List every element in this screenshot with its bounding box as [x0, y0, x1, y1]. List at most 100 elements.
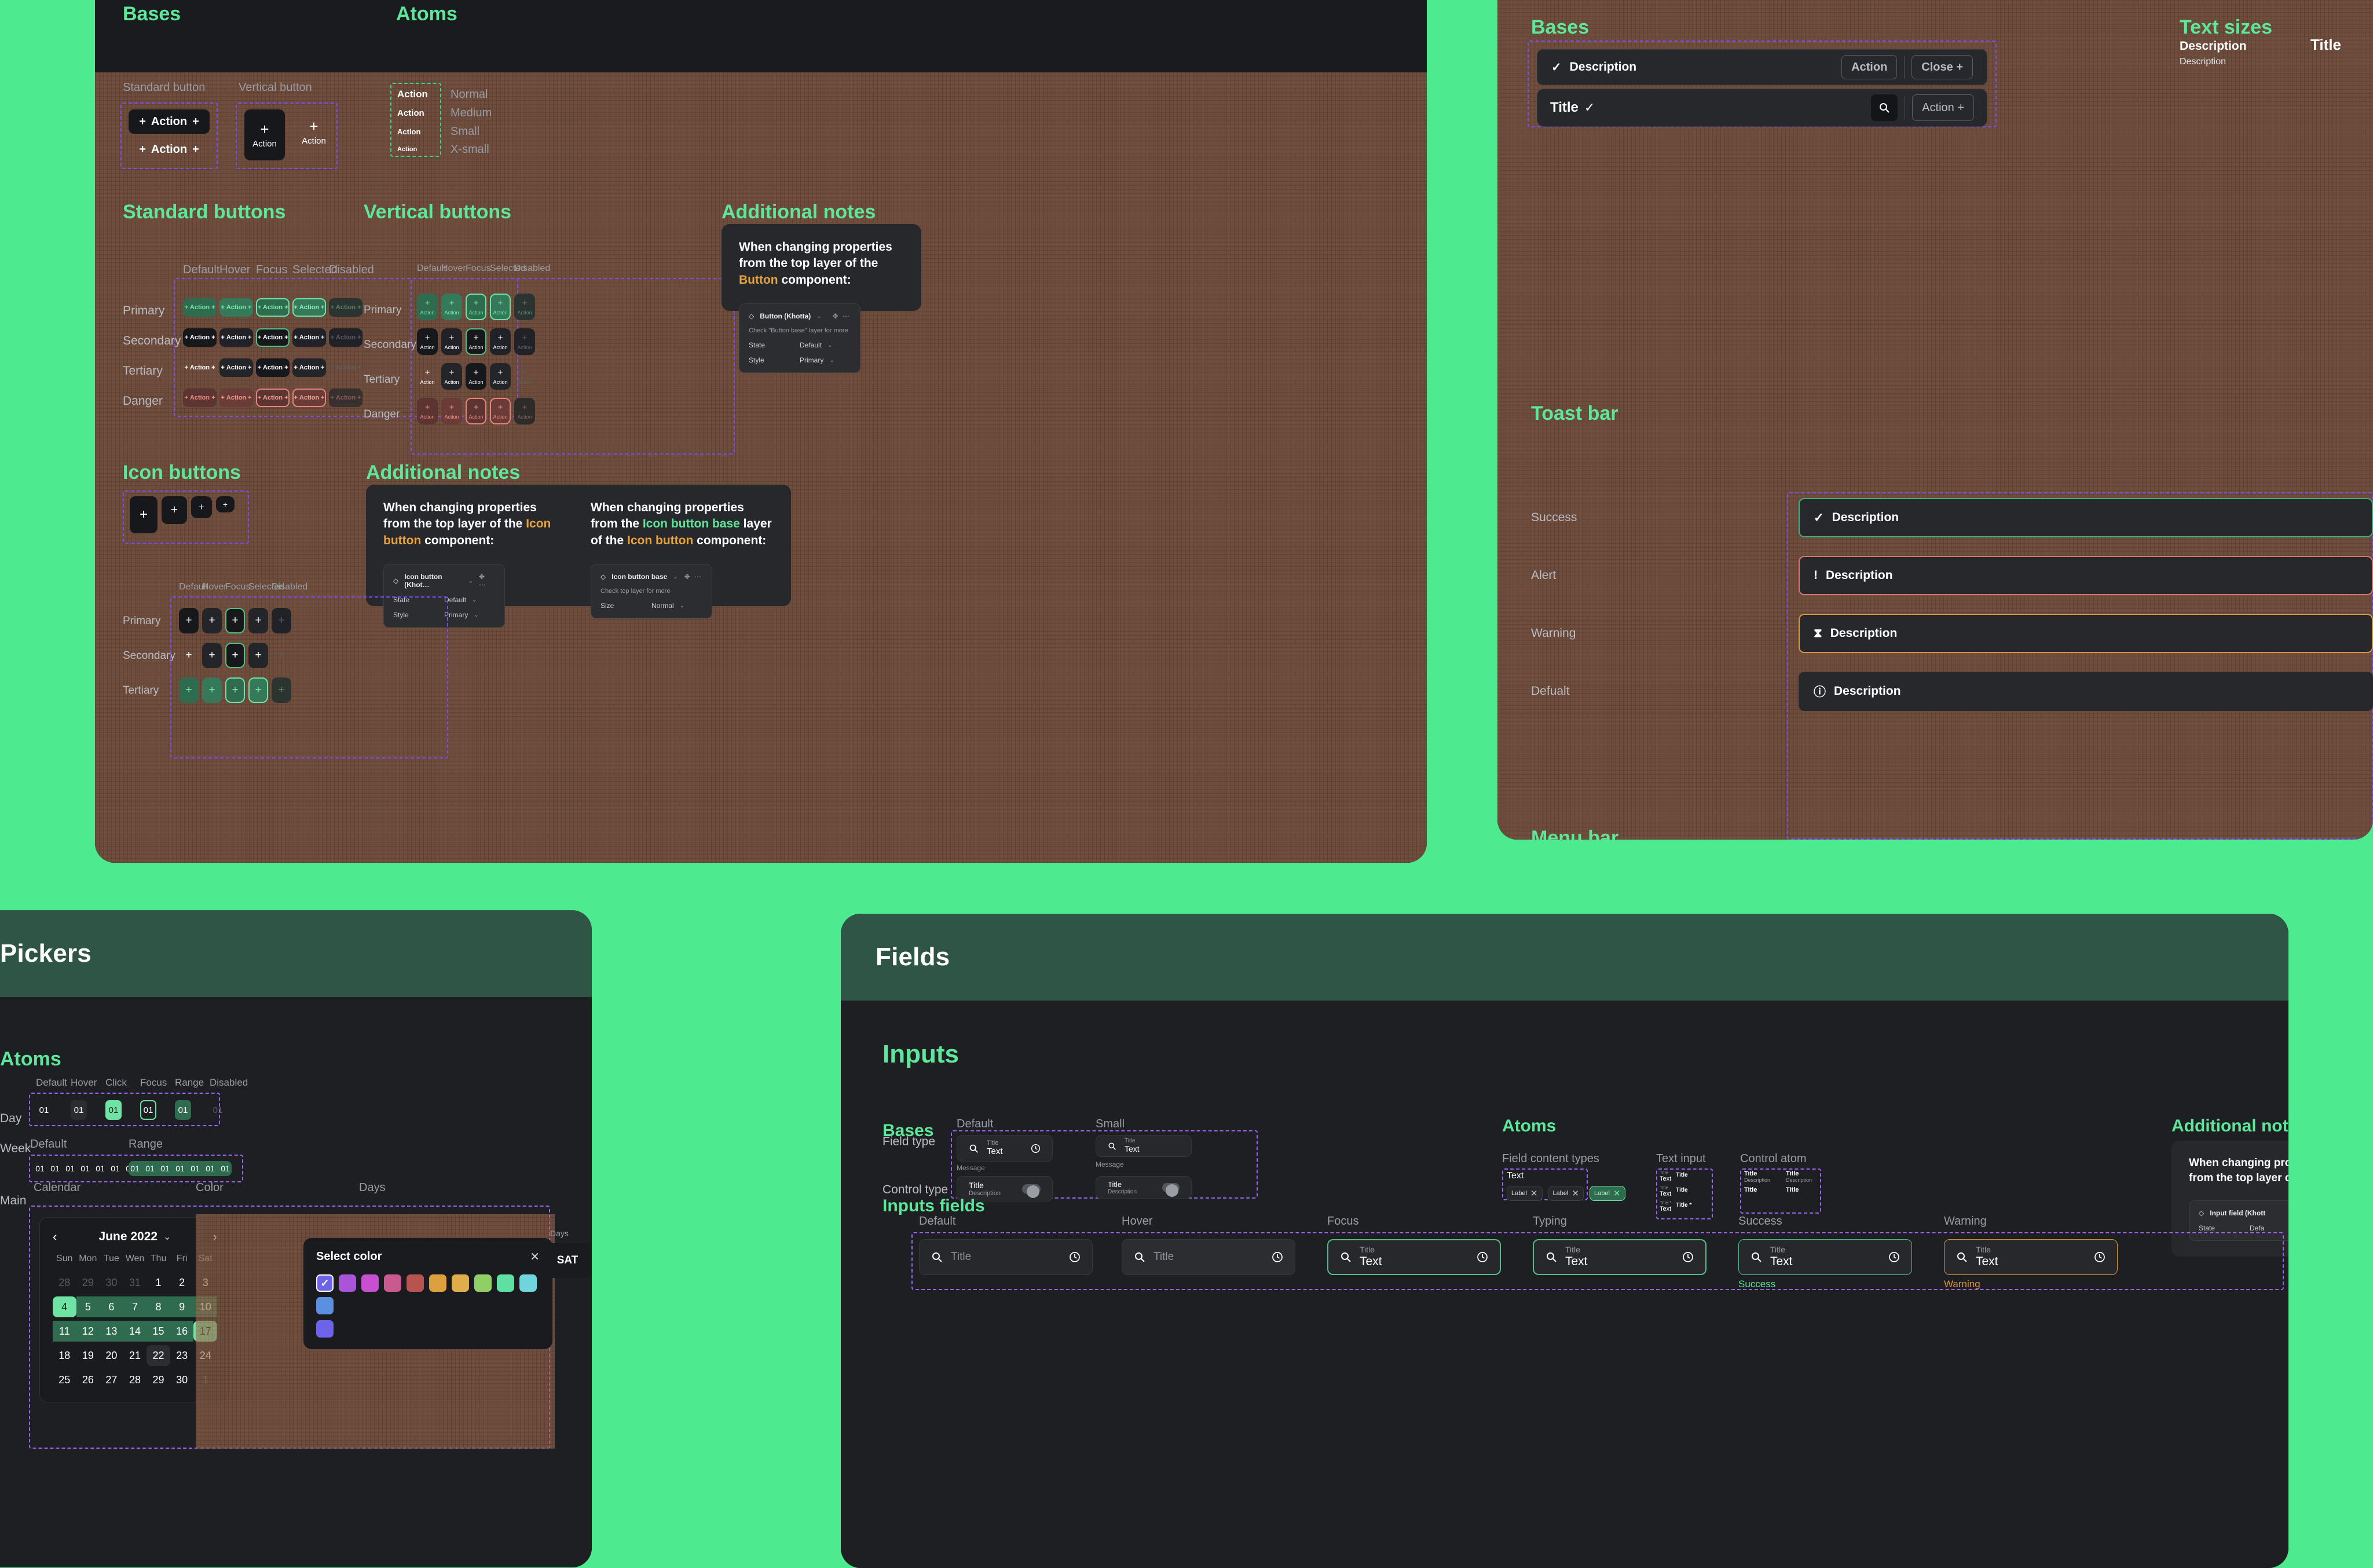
- calendar-day-4[interactable]: 4: [53, 1296, 76, 1317]
- standard-button-primary-disabled[interactable]: + Action +: [329, 298, 362, 317]
- atom-item[interactable]: Action: [396, 122, 437, 141]
- calendar-day-21[interactable]: 21: [123, 1345, 147, 1366]
- vertical-button-primary-focus[interactable]: + Action: [466, 294, 486, 320]
- calendar-day-18[interactable]: 18: [53, 1345, 76, 1366]
- input-field-success[interactable]: Title Text: [1738, 1239, 1912, 1275]
- standard-button-danger-hover[interactable]: + Action +: [219, 389, 253, 407]
- day-cell-disabled[interactable]: 01: [210, 1100, 226, 1120]
- clock-icon[interactable]: [1069, 1251, 1081, 1263]
- input-field-default[interactable]: Title: [919, 1239, 1093, 1275]
- base-standard-button-1[interactable]: + Action +: [129, 109, 210, 134]
- calendar-day-28[interactable]: 28: [123, 1369, 147, 1390]
- calendar-day-9[interactable]: 9: [170, 1296, 194, 1317]
- calendar-day-16[interactable]: 16: [170, 1321, 194, 1342]
- color-picker[interactable]: Select color ✕ ✓: [303, 1238, 552, 1349]
- standard-button-danger-selected[interactable]: + Action +: [292, 389, 326, 407]
- prop-value[interactable]: Normal: [651, 602, 674, 610]
- icon-button-primary-focus[interactable]: +: [225, 608, 245, 633]
- icon-button-primary-disabled[interactable]: +: [272, 608, 291, 633]
- week-day-cell[interactable]: 01: [109, 1161, 122, 1176]
- standard-button-primary-default[interactable]: + Action +: [183, 298, 217, 317]
- standard-button-secondary-default[interactable]: + Action +: [183, 328, 217, 347]
- week-pill-default[interactable]: 01010101010101: [34, 1161, 137, 1176]
- color-swatch-2[interactable]: [361, 1274, 379, 1292]
- standard-button-secondary-focus[interactable]: + Action +: [256, 328, 290, 347]
- calendar-day-29[interactable]: 29: [147, 1369, 170, 1390]
- color-swatch-custom[interactable]: [316, 1320, 334, 1338]
- week-day-cell[interactable]: 01: [79, 1161, 91, 1176]
- calendar-day-7[interactable]: 7: [123, 1296, 147, 1317]
- figma-toolbar-icons[interactable]: ✥ ⋯: [833, 312, 851, 320]
- icon-button-secondary-disabled[interactable]: +: [272, 643, 291, 668]
- calendar-day-23[interactable]: 23: [170, 1345, 194, 1366]
- color-swatch-4[interactable]: [407, 1274, 424, 1292]
- standard-button-tertiary-selected[interactable]: + Action +: [292, 358, 326, 377]
- color-swatch-3[interactable]: [384, 1274, 401, 1292]
- calendar-day-8[interactable]: 8: [147, 1296, 170, 1317]
- color-swatch-0[interactable]: ✓: [316, 1274, 334, 1292]
- icon-button-secondary-focus[interactable]: +: [225, 643, 245, 668]
- clock-icon[interactable]: [1031, 1144, 1041, 1153]
- icon-button-secondary-default[interactable]: +: [179, 643, 199, 668]
- vertical-button-secondary-disabled[interactable]: + Action: [514, 328, 535, 355]
- base-vertical-button-2[interactable]: + Action: [294, 109, 334, 155]
- icon-button-secondary-selected[interactable]: +: [248, 643, 268, 668]
- clock-icon[interactable]: [2094, 1251, 2105, 1263]
- icon-button-base-normal[interactable]: +: [130, 496, 158, 533]
- icon-button-secondary-hover[interactable]: +: [202, 643, 222, 668]
- vertical-button-tertiary-disabled[interactable]: + Action: [514, 363, 535, 390]
- field-small[interactable]: Title Text: [1096, 1135, 1192, 1157]
- clock-icon[interactable]: [1888, 1251, 1900, 1263]
- standard-button-tertiary-focus[interactable]: + Action +: [256, 358, 290, 377]
- base-standard-button-2[interactable]: + Action +: [129, 138, 210, 161]
- color-swatch-8[interactable]: [497, 1274, 514, 1292]
- calendar-day-26[interactable]: 26: [76, 1369, 100, 1390]
- vertical-button-secondary-selected[interactable]: + Action: [490, 328, 511, 355]
- icon-button-tertiary-selected[interactable]: +: [248, 677, 268, 703]
- standard-button-danger-default[interactable]: + Action +: [183, 389, 217, 407]
- calendar-day-1[interactable]: 1: [147, 1272, 170, 1293]
- standard-button-tertiary-hover[interactable]: + Action +: [219, 358, 253, 377]
- chip-remove-icon[interactable]: ✕: [1613, 1188, 1621, 1199]
- icon-button-tertiary-focus[interactable]: +: [225, 677, 245, 703]
- figma-toolbar-icons[interactable]: ✥ ⋯: [479, 573, 495, 589]
- calendar-day-25[interactable]: 25: [53, 1369, 76, 1390]
- standard-button-danger-disabled[interactable]: + Action +: [329, 389, 362, 407]
- chevron-down-icon[interactable]: ⌄: [472, 597, 477, 603]
- clock-icon[interactable]: [1682, 1251, 1694, 1263]
- standard-button-secondary-selected[interactable]: + Action +: [292, 328, 326, 347]
- standard-button-secondary-hover[interactable]: + Action +: [219, 328, 253, 347]
- vertical-button-tertiary-selected[interactable]: + Action: [490, 363, 511, 390]
- calendar-day-12[interactable]: 12: [76, 1321, 100, 1342]
- vertical-button-danger-selected[interactable]: + Action: [490, 398, 511, 424]
- calendar-day-31[interactable]: 31: [123, 1272, 147, 1293]
- calendar-day-30[interactable]: 30: [100, 1272, 123, 1293]
- calendar-day-15[interactable]: 15: [147, 1321, 170, 1342]
- standard-button-tertiary-default[interactable]: + Action +: [183, 358, 217, 377]
- content-chip-2[interactable]: Label ✕: [1590, 1186, 1625, 1201]
- toast-action-button[interactable]: Action: [1841, 55, 1898, 79]
- vertical-button-tertiary-focus[interactable]: + Action: [466, 363, 486, 390]
- chevron-down-icon[interactable]: ⌄: [816, 313, 821, 320]
- vertical-button-secondary-focus[interactable]: + Action: [466, 328, 486, 355]
- prop-value[interactable]: Defa: [2250, 1224, 2264, 1232]
- vertical-button-primary-disabled[interactable]: + Action: [514, 294, 535, 320]
- control-small[interactable]: Title Description: [1096, 1176, 1192, 1199]
- chevron-down-icon[interactable]: ⌄: [673, 574, 678, 580]
- vertical-button-primary-selected[interactable]: + Action: [490, 294, 511, 320]
- clock-icon[interactable]: [1272, 1251, 1283, 1263]
- vertical-button-primary-default[interactable]: + Action: [417, 294, 438, 320]
- input-field-hover[interactable]: Title: [1122, 1239, 1295, 1275]
- field-default[interactable]: Title Text: [957, 1135, 1053, 1162]
- vertical-button-secondary-default[interactable]: + Action: [417, 328, 438, 355]
- input-field-typing[interactable]: Title Text: [1533, 1239, 1706, 1275]
- input-field-warning[interactable]: Title Text: [1944, 1239, 2118, 1275]
- calendar-day-30[interactable]: 30: [170, 1369, 194, 1390]
- week-day-cell[interactable]: 01: [189, 1161, 202, 1176]
- icon-button-base-medium[interactable]: +: [162, 496, 187, 524]
- toggle-switch[interactable]: [1022, 1184, 1041, 1198]
- color-swatch-5[interactable]: [429, 1274, 446, 1292]
- close-icon[interactable]: ✕: [530, 1250, 540, 1264]
- calendar-prev-icon[interactable]: ‹: [53, 1229, 57, 1244]
- menu-action-button[interactable]: Action +: [1912, 94, 1974, 121]
